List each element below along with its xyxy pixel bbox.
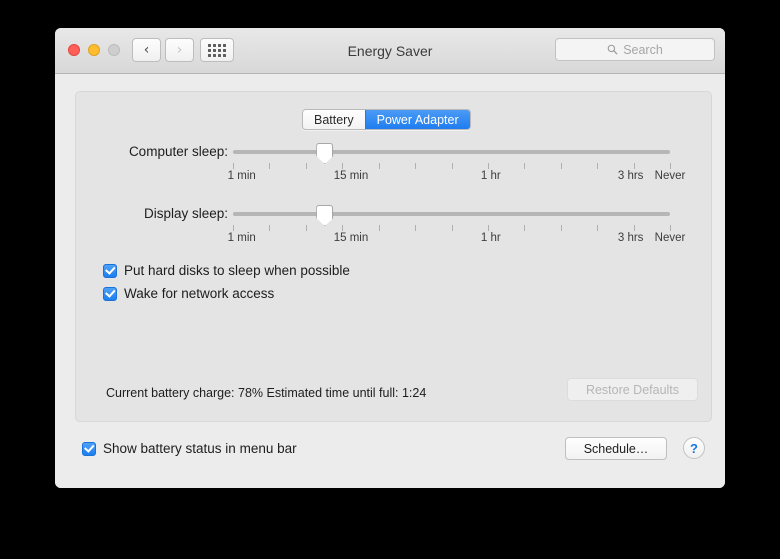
slider-tick	[560, 163, 562, 169]
slider-tick	[269, 163, 271, 169]
window-bottom-bar: Show battery status in menu bar Schedule…	[55, 427, 725, 487]
help-icon: ?	[690, 440, 698, 456]
slider-tick	[233, 163, 234, 169]
slider-tick	[597, 225, 599, 231]
slider-tick	[487, 163, 489, 169]
slider-tick-label: Never	[654, 232, 686, 244]
checkbox-icon[interactable]	[103, 263, 117, 278]
checkbox-label: Show battery status in menu bar	[103, 441, 297, 456]
energy-saver-window: ‹ › Energy Saver Search Battery Power Ad…	[55, 28, 725, 488]
slider-tick	[597, 163, 599, 169]
slider-tick	[524, 163, 526, 169]
window-titlebar: ‹ › Energy Saver Search	[55, 28, 725, 74]
slider-ticks	[233, 225, 671, 232]
slider-tick	[415, 163, 417, 169]
window-body: Battery Power Adapter Computer sleep: 1 …	[55, 74, 725, 488]
tab-power-adapter-label: Power Adapter	[376, 112, 459, 127]
slider-tick	[269, 225, 271, 231]
slider-tick-labels: 1 min 15 min 1 hr 3 hrs Never	[228, 170, 686, 184]
slider-tick	[670, 225, 671, 231]
slider-thumb[interactable]	[316, 143, 334, 164]
slider-tick	[233, 225, 234, 231]
power-source-tabs: Battery Power Adapter	[302, 109, 471, 130]
slider-tick-label: 3 hrs	[617, 232, 644, 244]
display-sleep-slider[interactable]: 1 min 15 min 1 hr 3 hrs Never	[228, 204, 685, 244]
computer-sleep-label: Computer sleep:	[128, 144, 228, 159]
search-field[interactable]: Search	[555, 38, 715, 61]
slider-tick	[487, 225, 489, 231]
slider-tick	[524, 225, 526, 231]
slider-tick	[670, 163, 671, 169]
slider-tick-label: 1 min	[227, 232, 256, 244]
restore-defaults-button[interactable]: Restore Defaults	[567, 378, 698, 401]
schedule-label: Schedule…	[583, 441, 649, 456]
checkbox-wake-for-network-access[interactable]: Wake for network access	[103, 286, 274, 301]
slider-track	[233, 212, 670, 216]
settings-panel: Battery Power Adapter Computer sleep: 1 …	[75, 91, 712, 422]
slider-tick	[305, 163, 307, 169]
checkbox-icon[interactable]	[82, 441, 96, 456]
slider-tick-label: 3 hrs	[617, 170, 644, 182]
checkbox-icon[interactable]	[103, 286, 117, 301]
slider-thumb[interactable]	[316, 205, 334, 226]
tab-power-adapter[interactable]: Power Adapter	[364, 110, 470, 129]
checkbox-put-hard-disks-to-sleep[interactable]: Put hard disks to sleep when possible	[103, 263, 350, 278]
slider-tick-label: 1 hr	[480, 170, 501, 182]
slider-tick-label: Never	[654, 170, 686, 182]
slider-tick-label: 1 hr	[480, 232, 501, 244]
display-sleep-label: Display sleep:	[143, 206, 228, 221]
slider-tick	[378, 163, 380, 169]
checkbox-label: Put hard disks to sleep when possible	[124, 263, 350, 278]
slider-ticks	[233, 163, 671, 170]
slider-tick	[633, 225, 635, 231]
checkbox-label: Wake for network access	[124, 286, 275, 301]
tab-battery[interactable]: Battery	[303, 110, 365, 129]
slider-tick-labels: 1 min 15 min 1 hr 3 hrs Never	[228, 232, 686, 246]
slider-tick	[415, 225, 417, 231]
slider-tick	[451, 225, 453, 231]
slider-tick-label: 15 min	[333, 170, 369, 182]
slider-tick	[342, 163, 344, 169]
slider-tick	[560, 225, 562, 231]
restore-defaults-label: Restore Defaults	[585, 382, 680, 397]
search-placeholder: Search	[623, 42, 663, 57]
search-icon	[607, 44, 618, 55]
slider-tick-label: 1 min	[227, 170, 256, 182]
slider-tick	[305, 225, 307, 231]
help-button[interactable]: ?	[683, 437, 705, 459]
checkbox-show-battery-status[interactable]: Show battery status in menu bar	[82, 441, 297, 456]
slider-track	[233, 150, 670, 154]
tab-battery-label: Battery	[314, 112, 354, 127]
battery-status-text: Current battery charge: 78% Estimated ti…	[106, 386, 427, 400]
computer-sleep-slider[interactable]: 1 min 15 min 1 hr 3 hrs Never	[228, 142, 685, 182]
schedule-button[interactable]: Schedule…	[565, 437, 667, 460]
slider-tick	[633, 163, 635, 169]
slider-tick	[342, 225, 344, 231]
slider-tick	[378, 225, 380, 231]
slider-tick-label: 15 min	[333, 232, 369, 244]
slider-tick	[451, 163, 453, 169]
